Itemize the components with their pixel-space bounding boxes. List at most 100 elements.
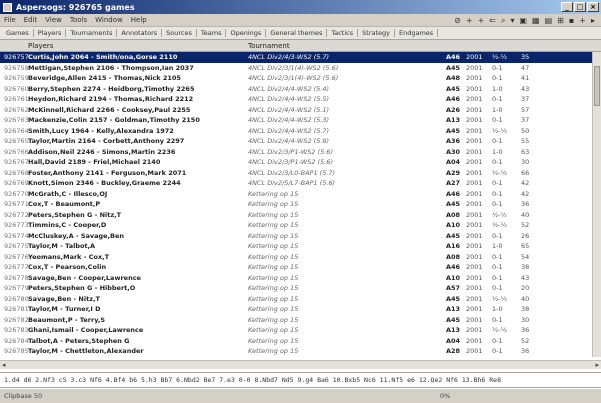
- table-row[interactable]: 926781 Taylor,M - Turner,I D Kettering op …: [0, 304, 592, 315]
- cell-players: Heydon,Richard 2194 - Thomas,Richard 221…: [28, 95, 194, 103]
- column-header-players[interactable]: Players: [28, 42, 53, 50]
- cell-eco-code: A45: [446, 200, 461, 208]
- table-row[interactable]: 926761 Heydon,Richard 2194 - Thomas,Richa…: [0, 94, 592, 105]
- cell-tournament: 4NCL Div2/5/L7-BAP1 (5.6): [248, 179, 336, 187]
- back-icon[interactable]: ⇐: [489, 16, 496, 25]
- tab-tournaments[interactable]: Tournaments: [66, 29, 118, 37]
- cell-result: ½-½: [492, 326, 507, 334]
- cell-players: Foster,Anthony 2141 - Ferguson,Mark 2071: [28, 168, 187, 177]
- scroll-right-icon[interactable]: ▸: [595, 361, 599, 369]
- table-row[interactable]: 926773 Timmins,C - Cooper,D Kettering op 1…: [0, 220, 592, 231]
- scroll-left-icon[interactable]: ◂: [2, 361, 6, 369]
- table-row[interactable]: 926758 Mettigan,Stephen 2106 - Thompson,I…: [0, 63, 592, 74]
- cell-game-id: 926766: [4, 147, 29, 156]
- cell-result: ½-½: [492, 294, 507, 303]
- board-icon[interactable]: ▦: [532, 16, 540, 25]
- cell-moves: 42: [521, 189, 530, 198]
- tab-sources[interactable]: Sources: [162, 29, 197, 37]
- cell-moves: 43: [521, 273, 530, 282]
- table-row[interactable]: 926784 Talbot,A - Peters,Stephen G Ketteri…: [0, 336, 592, 347]
- table-row[interactable]: 926770 McGrath,C - Illesco,OJ Kettering op…: [0, 189, 592, 200]
- menu-help[interactable]: Help: [131, 16, 147, 24]
- tab-strategy[interactable]: Strategy: [358, 29, 395, 37]
- tab-openings[interactable]: Openings: [226, 29, 267, 37]
- cell-moves: 57: [521, 105, 530, 114]
- maximize-button[interactable]: □: [574, 2, 586, 12]
- menu-window[interactable]: Window: [95, 16, 123, 24]
- minimize-button[interactable]: _: [561, 2, 573, 12]
- cell-game-id: 926780: [4, 294, 29, 303]
- arrow-icon[interactable]: ▸: [591, 16, 595, 25]
- table-row[interactable]: 926763 Mackenzie,Colin 2157 - Goldman,Tim…: [0, 115, 592, 126]
- cell-result: 0-1: [492, 231, 503, 240]
- menu-view[interactable]: View: [45, 16, 62, 24]
- table-row[interactable]: 926766 Addison,Neil 2246 - Simons,Martin …: [0, 147, 592, 158]
- print-icon[interactable]: ▪: [569, 16, 574, 25]
- cell-result: 0-1: [492, 284, 503, 292]
- table-row[interactable]: 926762 McKinnell,Richard 2266 - Cooksey,P…: [0, 105, 592, 116]
- game-list: 926757 Curtis,John 2064 - Smith/ona,Gorse…: [0, 52, 592, 357]
- table-row[interactable]: 926768 Foster,Anthony 2141 - Ferguson,Mar…: [0, 168, 592, 179]
- cell-eco-code: A13: [446, 116, 461, 124]
- column-header-tournament[interactable]: Tournament: [248, 42, 290, 50]
- add-icon[interactable]: +: [466, 16, 473, 25]
- close-button[interactable]: ×: [587, 2, 599, 12]
- cell-eco-code: A08: [446, 210, 461, 219]
- table-row[interactable]: 926778 Savage,Ben - Cooper,Lawrence Ketter…: [0, 273, 592, 284]
- table-row[interactable]: 926771 Cox,T - Beaumont,P Kettering op 15 A…: [0, 199, 592, 210]
- cell-players: Mettigan,Stephen 2106 - Thompson,Ian 203…: [28, 63, 194, 72]
- table-row[interactable]: 926772 Peters,Stephen G - Nitz,T Kettering…: [0, 210, 592, 221]
- cell-players: Taylor,M - Turner,I D: [28, 305, 101, 313]
- table-row[interactable]: 926760 Berry,Stephen 2274 - Heidborg,Timo…: [0, 84, 592, 95]
- table-row[interactable]: 926759 Beveridge,Allen 2415 - Thomas,Nick…: [0, 73, 592, 84]
- table-row[interactable]: 926765 Taylor,Martin 2164 - Corbett,Antho…: [0, 136, 592, 147]
- tab-annotators[interactable]: Annotators: [117, 29, 163, 37]
- tree-icon[interactable]: ⊞: [557, 16, 564, 25]
- game-icon[interactable]: ▣: [519, 16, 527, 25]
- table-row[interactable]: 926777 Cox,T - Pearson,Colin Kettering op …: [0, 262, 592, 273]
- tab-endgames[interactable]: Endgames: [395, 29, 439, 37]
- tab-players[interactable]: Players: [34, 29, 67, 37]
- table-row[interactable]: 926776 Yeomans,Mark - Cox,T Kettering op 1…: [0, 252, 592, 263]
- table-row[interactable]: 926764 Smith,Lucy 1964 - Kelly,Alexandra …: [0, 126, 592, 137]
- menu-file[interactable]: File: [4, 16, 16, 24]
- table-row[interactable]: 926783 Ghani,Ismail - Cooper,Lawrence Kett…: [0, 325, 592, 336]
- new-icon[interactable]: ⊘: [454, 16, 461, 25]
- table-row[interactable]: 926785 Taylor,M - Chettleton,Alexander Ket…: [0, 346, 592, 357]
- tab-teams[interactable]: Teams: [197, 29, 227, 37]
- table-row[interactable]: 926767 Hall,David 2189 - Friel,Michael 21…: [0, 157, 592, 168]
- cell-moves: 36: [521, 200, 530, 208]
- cell-result: 1-0: [492, 84, 503, 93]
- tab-games[interactable]: Games: [2, 29, 34, 37]
- table-row[interactable]: 926775 Taylor,M - Talbot,A Kettering op 15…: [0, 241, 592, 252]
- cell-tournament: Kettering op 15: [248, 210, 299, 219]
- cell-year: 2001: [466, 116, 483, 124]
- cell-players: Cox,T - Beaumont,P: [28, 200, 101, 208]
- menu-edit[interactable]: Edit: [24, 16, 38, 24]
- add-icon[interactable]: +: [478, 16, 485, 25]
- filter-icon[interactable]: ▾: [510, 16, 514, 25]
- status-text: Clipbase 50: [4, 392, 43, 400]
- cell-players: Addison,Neil 2246 - Simons,Martin 2236: [28, 147, 176, 156]
- add-icon[interactable]: +: [579, 16, 586, 25]
- search-icon[interactable]: ⌕: [501, 16, 505, 26]
- table-row[interactable]: 926757 Curtis,John 2064 - Smith/ona,Gorse…: [0, 52, 592, 63]
- tab-tactics[interactable]: Tactics: [327, 29, 359, 37]
- cell-eco-code: A45: [446, 315, 461, 324]
- cell-result: ½-½: [492, 210, 507, 219]
- menu-tools[interactable]: Tools: [70, 16, 87, 24]
- cell-game-id: 926770: [4, 189, 29, 198]
- scrollbar-thumb[interactable]: [594, 66, 600, 106]
- tab-general-themes[interactable]: General themes: [266, 29, 328, 37]
- table-row[interactable]: 926780 Savage,Ben - Nitz,T Kettering op 15…: [0, 294, 592, 305]
- vertical-scrollbar[interactable]: [592, 52, 601, 357]
- table-row[interactable]: 926774 McCluskey,A - Savage,Ben Kettering …: [0, 231, 592, 242]
- status-progress: 0%: [440, 392, 451, 400]
- horizontal-scrollbar[interactable]: ◂ ▸: [0, 360, 601, 369]
- table-row[interactable]: 926769 Knott,Simon 2346 - Buckley,Graeme …: [0, 178, 592, 189]
- cell-tournament: 4NCL Div2/4/4-WS2 (5.3): [248, 116, 330, 124]
- chart-icon[interactable]: ▤: [545, 16, 553, 25]
- table-row[interactable]: 926782 Beaumont,P - Terry,S Kettering op 1…: [0, 315, 592, 326]
- cell-year: 2001: [466, 336, 483, 345]
- table-row[interactable]: 926779 Peters,Stephen G - Hibbert,O Ketter…: [0, 283, 592, 294]
